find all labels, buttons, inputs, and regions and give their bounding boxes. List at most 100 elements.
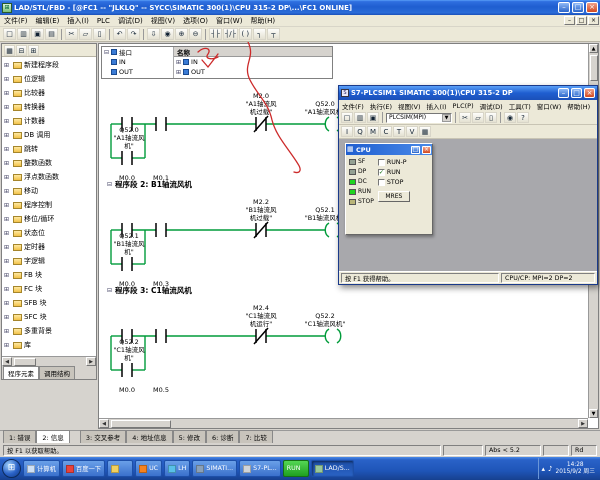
tree-item-jumps[interactable]: ⊞跳转 xyxy=(2,142,96,156)
expand-icon[interactable]: ⊞ xyxy=(4,244,11,251)
maximize-button[interactable]: □ xyxy=(411,146,420,154)
t-branch-icon[interactable]: ┬ xyxy=(267,28,280,40)
scroll-thumb[interactable] xyxy=(111,420,171,428)
contact-no-icon[interactable]: ┤├ xyxy=(209,28,222,40)
taskbar-item-cpu-run[interactable]: RUN xyxy=(283,460,309,477)
zoom-in-icon[interactable]: ⊕ xyxy=(175,28,188,40)
close-button[interactable]: × xyxy=(586,2,598,13)
save-icon[interactable]: ▣ xyxy=(367,112,379,123)
taskbar-item-plcsim[interactable]: S7-PL... xyxy=(239,460,281,477)
taskbar-item-folder[interactable] xyxy=(107,460,133,477)
taskbar-item-lh[interactable]: LH xyxy=(164,460,190,477)
seal-contact-label[interactable]: Q52.0"A1轴流风机" xyxy=(107,126,151,150)
menu-insert[interactable]: 插入(I) xyxy=(424,101,450,111)
menu-execute[interactable]: 执行(E) xyxy=(367,101,395,111)
tree-item-fb-blocks[interactable]: ⊞FB 块 xyxy=(2,268,96,282)
expand-icon[interactable]: ⊞ xyxy=(4,342,11,349)
tree-item-db-call[interactable]: ⊞DB 调用 xyxy=(2,128,96,142)
expand-icon[interactable]: ⊞ xyxy=(4,76,11,83)
close-button[interactable]: × xyxy=(584,88,595,98)
clock[interactable]: 14:282015/9/2 周三 xyxy=(556,462,595,475)
tab-program-elements[interactable]: 程序元素 xyxy=(3,366,39,379)
expand-icon[interactable]: ⊞ xyxy=(4,188,11,195)
taskbar-item-browser[interactable]: 百度一下 xyxy=(62,460,105,477)
open-branch-icon[interactable]: ┐ xyxy=(253,28,266,40)
cpu-title-bar[interactable]: ▦ CPU □ × xyxy=(346,144,432,155)
menu-file[interactable]: 文件(F) xyxy=(339,101,367,111)
scroll-right-icon[interactable]: ▶ xyxy=(86,357,96,366)
tree-item-comparator[interactable]: ⊞比较器 xyxy=(2,86,96,100)
zoom-out-icon[interactable]: ⊖ xyxy=(189,28,202,40)
new-icon[interactable]: □ xyxy=(341,112,353,123)
collapse-icon[interactable]: ⊟ xyxy=(104,49,109,56)
scroll-right-icon[interactable]: ▶ xyxy=(578,419,588,428)
close-button[interactable]: × xyxy=(422,146,431,154)
expand-icon[interactable]: ⊞ xyxy=(4,328,11,335)
start-button[interactable]: ⊞ xyxy=(2,459,21,478)
child-restore-button[interactable]: □ xyxy=(576,16,587,25)
tab-info[interactable]: 2: 信息 xyxy=(36,430,69,443)
tree-item-bit-logic[interactable]: ⊞位逻辑 xyxy=(2,72,96,86)
scroll-left-icon[interactable]: ◀ xyxy=(99,419,109,428)
tree-item-program-control[interactable]: ⊞程序控制 xyxy=(2,198,96,212)
expand-icon[interactable]: ⊞ xyxy=(4,314,11,321)
expand-icon[interactable]: ⊞ xyxy=(4,300,11,307)
tab-call-structure[interactable]: 调用结构 xyxy=(39,366,75,379)
contact-address[interactable]: M0.3 xyxy=(141,280,181,288)
tree-item-move[interactable]: ⊞移动 xyxy=(2,184,96,198)
declaration-row-in[interactable]: ⊞IN xyxy=(174,57,332,67)
expand-icon[interactable]: ⊞ xyxy=(4,90,11,97)
runp-mode[interactable]: RUN-P xyxy=(378,159,410,166)
name-column-header[interactable]: 名称 xyxy=(174,47,332,57)
menu-insert[interactable]: 插入(I) xyxy=(63,16,93,26)
taskbar-item-computer[interactable]: 计算机 xyxy=(23,460,60,477)
menu-plc[interactable]: PLC xyxy=(93,17,114,25)
tree-item-multi-instance[interactable]: ⊞多重背景 xyxy=(2,324,96,338)
expand-icon[interactable]: ⊞ xyxy=(4,216,11,223)
help-icon[interactable]: ? xyxy=(517,112,529,123)
child-minimize-button[interactable]: – xyxy=(564,16,575,25)
tab-comparison[interactable]: 7: 比较 xyxy=(239,430,272,443)
cut-icon[interactable]: ✂ xyxy=(459,112,471,123)
declaration-row-out[interactable]: ⊞OUT xyxy=(174,67,332,77)
insert-input-icon[interactable]: I xyxy=(341,126,353,137)
tree-item-counter[interactable]: ⊞计数器 xyxy=(2,114,96,128)
open-icon[interactable]: ▥ xyxy=(354,112,366,123)
contact-address[interactable]: M0.1 xyxy=(141,174,181,182)
expand-icon[interactable]: ⊞ xyxy=(176,59,181,66)
cut-icon[interactable]: ✂ xyxy=(65,28,78,40)
insert-stack-icon[interactable]: ▦ xyxy=(419,126,431,137)
menu-window[interactable]: 窗口(W) xyxy=(534,101,565,111)
menu-plc[interactable]: PLC(P) xyxy=(450,102,477,110)
network-3[interactable]: ⊟程序段 3: C1轴流风机 xyxy=(107,284,439,384)
tree-item-status-bits[interactable]: ⊞状态位 xyxy=(2,226,96,240)
overview-icon[interactable]: ▦ xyxy=(4,45,15,56)
interface-out[interactable]: OUT xyxy=(102,67,173,77)
menu-edit[interactable]: 编辑(E) xyxy=(32,16,64,26)
arrow-up-icon[interactable]: ▴ xyxy=(542,465,546,473)
expand-icon[interactable]: ⊞ xyxy=(4,132,11,139)
minimize-button[interactable]: – xyxy=(558,2,570,13)
nc-contact-label[interactable]: M2.4"C1轴流风机运行" xyxy=(233,304,289,328)
taskbar-item-lad-editor[interactable]: LAD/S... xyxy=(311,460,354,477)
coil-label[interactable]: Q52.2"C1轴流风机" xyxy=(289,312,361,328)
taskbar-item-simatic-manager[interactable]: SIMATI... xyxy=(192,460,237,477)
download-icon[interactable]: ⇩ xyxy=(147,28,160,40)
tab-errors[interactable]: 1: 错误 xyxy=(3,430,36,443)
scroll-thumb[interactable] xyxy=(14,358,36,366)
expand-icon[interactable]: ⊞ xyxy=(4,202,11,209)
minimize-button[interactable]: – xyxy=(558,88,569,98)
tree-item-integer-fn[interactable]: ⊞整数函数 xyxy=(2,156,96,170)
run-mode[interactable]: ✓RUN xyxy=(378,169,410,176)
run-checkbox[interactable]: ✓ xyxy=(378,169,385,176)
insert-timer-icon[interactable]: T xyxy=(393,126,405,137)
tree-item-word-logic[interactable]: ⊞字逻辑 xyxy=(2,254,96,268)
tree-item-fc-blocks[interactable]: ⊞FC 块 xyxy=(2,282,96,296)
scroll-thumb[interactable] xyxy=(590,55,598,81)
undo-icon[interactable]: ↶ xyxy=(113,28,126,40)
tree-item-sfc-blocks[interactable]: ⊞SFC 块 xyxy=(2,310,96,324)
menu-help[interactable]: 帮助(H) xyxy=(564,101,593,111)
save-icon[interactable]: ▣ xyxy=(31,28,44,40)
open-icon[interactable]: ▥ xyxy=(17,28,30,40)
tree-item-timers[interactable]: ⊞定时器 xyxy=(2,240,96,254)
